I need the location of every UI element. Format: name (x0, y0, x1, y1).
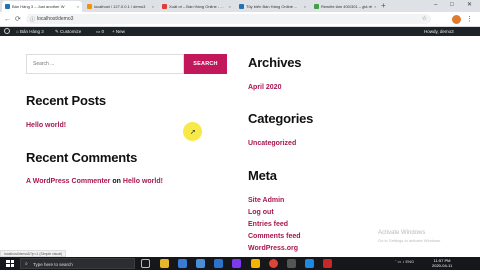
maximize-button[interactable]: □ (450, 1, 454, 10)
wordpress-logo-icon[interactable] (4, 28, 10, 34)
search-button[interactable]: SEARCH (184, 54, 227, 74)
meta-comments-feed-link[interactable]: Comments feed (248, 233, 301, 240)
tab-title: Tủy biến Bán Hàng Online ... (246, 4, 298, 9)
categories-heading: Categories (248, 111, 314, 126)
comment-post-link[interactable]: Hello world! (123, 178, 163, 185)
tab-localhost[interactable]: localhost / 127.0.0.1 / demo3 × (84, 1, 157, 12)
recent-post-link[interactable]: Hello world! (26, 122, 66, 129)
windows-taskbar: ⌕ Type here to search ˆ ▭ ♪ ENG 11:57 PM… (0, 257, 480, 270)
clock-date: 2020-04-11 (432, 263, 453, 268)
tab-title: Bán Hàng 3 – Just another W (12, 4, 65, 9)
admin-bar-howdy[interactable]: Howdy, demo3 (424, 29, 454, 34)
tab-rewrite[interactable]: Rewrite làm 400/301 – giá rẻ × (311, 1, 379, 12)
taskbar-clock[interactable]: 11:57 PM 2020-04-11 (432, 258, 452, 268)
recent-comments-heading: Recent Comments (26, 150, 138, 165)
tab-xuat-oi[interactable]: Xuất ơi – Bán Hàng Online - ... × (159, 1, 234, 12)
recent-posts-heading: Recent Posts (26, 93, 106, 108)
tab-title: Rewrite làm 400/301 – giá rẻ (321, 4, 373, 9)
mail-icon[interactable] (196, 259, 205, 268)
taskbar-search-box[interactable]: ⌕ Type here to search (20, 258, 135, 269)
new-tab-button[interactable]: + (381, 1, 386, 11)
tab-tuy-bien[interactable]: Tủy biến Bán Hàng Online ... × (236, 1, 309, 12)
taskbar-search-placeholder: Type here to search (33, 262, 73, 267)
tab-title: localhost / 127.0.0.1 / demo3 (94, 4, 146, 9)
recent-comment-item: A WordPress Commenter on Hello world! (26, 178, 163, 185)
meta-entries-feed-link[interactable]: Entries feed (248, 221, 288, 228)
archives-heading: Archives (248, 55, 302, 70)
activate-windows-title: Activate Windows (378, 230, 426, 236)
admin-bar-customize[interactable]: ✎ Customize (55, 29, 81, 35)
tab-close-icon[interactable]: × (304, 4, 306, 9)
comments-count: 0 (101, 29, 105, 34)
site-name: Bán Hàng 3 (19, 29, 44, 34)
recorder-icon[interactable] (323, 259, 332, 268)
vscode-icon[interactable] (305, 259, 314, 268)
browser-menu-icon[interactable]: ⋮ (466, 15, 473, 24)
info-icon[interactable]: ⓘ (30, 16, 35, 23)
app-icon[interactable] (287, 259, 296, 268)
page-favicon-icon (314, 4, 319, 9)
archive-link[interactable]: April 2020 (248, 84, 281, 91)
meta-wordpress-org-link[interactable]: WordPress.org (248, 245, 298, 252)
wp-admin-bar: ⌂ Bán Hàng 3 ✎ Customize ▭ 0 + New Howdy… (0, 27, 480, 36)
back-arrow-icon[interactable]: ← (4, 15, 11, 24)
admin-bar-site-name[interactable]: ⌂ Bán Hàng 3 (16, 29, 44, 34)
tab-close-icon[interactable]: × (152, 4, 154, 9)
search-input[interactable] (26, 54, 184, 74)
minimize-button[interactable]: – (434, 1, 437, 10)
activate-windows-subtitle: Go to Settings to activate Windows. (378, 238, 442, 243)
phpmyadmin-favicon-icon (87, 4, 92, 9)
admin-bar-comments[interactable]: ▭ 0 (96, 29, 104, 35)
edge-icon[interactable] (178, 259, 187, 268)
file-explorer-icon[interactable] (160, 259, 169, 268)
reload-icon[interactable]: ⟳ (15, 15, 21, 24)
tab-close-icon[interactable]: × (229, 4, 231, 9)
task-view-icon[interactable] (141, 259, 150, 268)
word-icon[interactable] (214, 259, 223, 268)
browser-toolbar: ← ⟳ ⓘ localhost/demo3 ☆ ⋮ (0, 12, 480, 27)
tab-close-icon[interactable]: × (374, 4, 376, 9)
mouse-cursor-icon: ➚ (190, 129, 196, 136)
meta-heading: Meta (248, 168, 277, 183)
tab-ban-hang-3[interactable]: Bán Hàng 3 – Just another W × (2, 1, 82, 12)
browser-tab-strip: Bán Hàng 3 – Just another W × localhost … (0, 0, 480, 12)
profile-avatar[interactable] (452, 15, 461, 24)
category-link[interactable]: Uncategorized (248, 140, 296, 147)
chrome-icon[interactable] (269, 259, 278, 268)
admin-bar-new[interactable]: + New (112, 29, 125, 34)
wordpress-favicon-icon (239, 4, 244, 9)
address-bar[interactable]: ⓘ localhost/demo3 ☆ (26, 14, 431, 24)
wordpress-favicon-icon (5, 4, 10, 9)
meta-log-out-link[interactable]: Log out (248, 209, 274, 216)
system-tray[interactable]: ˆ ▭ ♪ ENG (395, 259, 414, 264)
link-status-bar: localhost/demo3/?p=1 (Simple visual) (0, 250, 67, 257)
comment-author-link[interactable]: A WordPress Commenter (26, 178, 110, 185)
xampp-icon[interactable] (251, 259, 260, 268)
bookmark-star-icon[interactable]: ☆ (422, 15, 427, 22)
url-text[interactable]: localhost/demo3 (37, 16, 73, 22)
app-icon[interactable] (232, 259, 241, 268)
comment-connector: on (112, 178, 121, 185)
tab-title: Xuất ơi – Bán Hàng Online - ... (169, 4, 224, 9)
search-icon: ⌕ (25, 261, 28, 267)
customize-label: Customize (60, 29, 82, 34)
page-favicon-icon (162, 4, 167, 9)
close-window-button[interactable]: ✕ (467, 1, 472, 10)
tab-close-icon[interactable]: × (77, 4, 79, 9)
meta-site-admin-link[interactable]: Site Admin (248, 197, 284, 204)
windows-start-icon[interactable] (6, 260, 14, 267)
